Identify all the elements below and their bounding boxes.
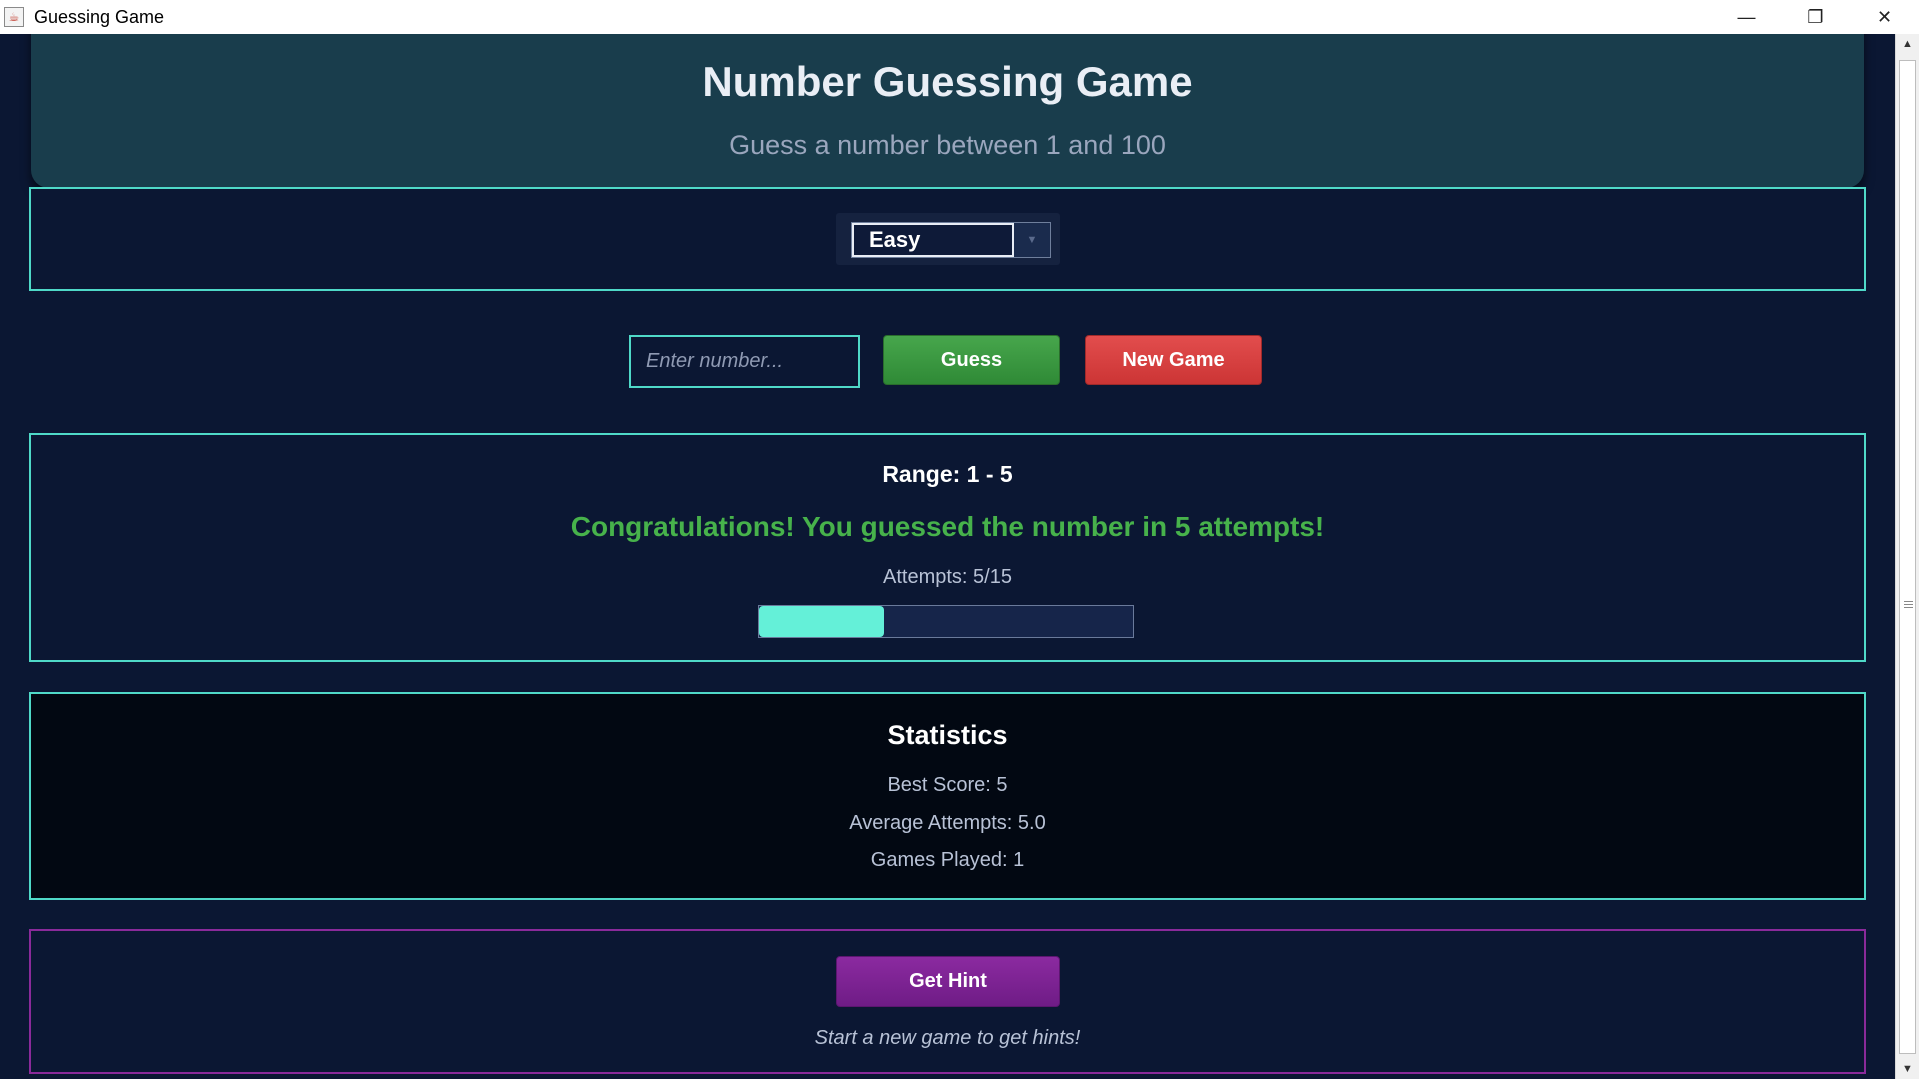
java-cup-icon: ☕ bbox=[4, 7, 24, 27]
best-score-label: Best Score: 5 bbox=[887, 774, 1008, 796]
minimize-button[interactable]: — bbox=[1712, 0, 1781, 34]
statistics-panel: Statistics Best Score: 5 Average Attempt… bbox=[29, 692, 1866, 900]
attempts-progress-bar bbox=[758, 605, 1134, 638]
page-title: Number Guessing Game bbox=[702, 58, 1193, 105]
vertical-scrollbar[interactable]: ▲ ▼ bbox=[1895, 34, 1919, 1079]
attempts-progress-fill bbox=[759, 606, 884, 637]
restore-button[interactable]: ❐ bbox=[1781, 0, 1850, 34]
difficulty-select-wrapper: Easy ▼ bbox=[836, 213, 1060, 265]
guess-controls: Enter number... Guess New Game bbox=[629, 335, 1329, 388]
header-card: Number Guessing Game Guess a number betw… bbox=[31, 34, 1864, 188]
get-hint-button[interactable]: Get Hint bbox=[836, 956, 1060, 1007]
new-game-button[interactable]: New Game bbox=[1085, 335, 1262, 385]
average-attempts-label: Average Attempts: 5.0 bbox=[849, 812, 1046, 834]
scrollbar-thumb[interactable] bbox=[1899, 60, 1916, 1054]
window-controls: — ❐ ✕ bbox=[1712, 0, 1919, 34]
scroll-down-arrow-icon[interactable]: ▼ bbox=[1896, 1059, 1919, 1079]
window-title: Guessing Game bbox=[34, 6, 165, 27]
result-message: Congratulations! You guessed the number … bbox=[570, 511, 1325, 542]
statistics-title: Statistics bbox=[887, 720, 1008, 750]
result-panel: Range: 1 - 5 Congratulations! You guesse… bbox=[29, 433, 1866, 662]
guess-button[interactable]: Guess bbox=[883, 335, 1060, 385]
chevron-down-icon[interactable]: ▼ bbox=[1014, 223, 1050, 257]
grip-icon bbox=[1904, 601, 1913, 608]
hint-panel: Get Hint Start a new game to get hints! bbox=[29, 929, 1866, 1074]
page-subtitle: Guess a number between 1 and 100 bbox=[729, 130, 1166, 160]
difficulty-selected-value[interactable]: Easy bbox=[852, 223, 1014, 257]
scroll-up-arrow-icon[interactable]: ▲ bbox=[1896, 34, 1919, 54]
guess-input[interactable]: Enter number... bbox=[629, 335, 860, 388]
difficulty-select[interactable]: Easy ▼ bbox=[851, 222, 1051, 258]
close-button[interactable]: ✕ bbox=[1850, 0, 1919, 34]
games-played-label: Games Played: 1 bbox=[870, 849, 1025, 871]
attempts-label: Attempts: 5/15 bbox=[883, 566, 1012, 588]
hint-message: Start a new game to get hints! bbox=[814, 1027, 1081, 1049]
range-label: Range: 1 - 5 bbox=[882, 461, 1013, 487]
difficulty-panel: Easy ▼ bbox=[29, 187, 1866, 291]
title-bar: ☕ Guessing Game — ❐ ✕ bbox=[0, 0, 1919, 34]
game-content: Number Guessing Game Guess a number betw… bbox=[0, 34, 1919, 1079]
